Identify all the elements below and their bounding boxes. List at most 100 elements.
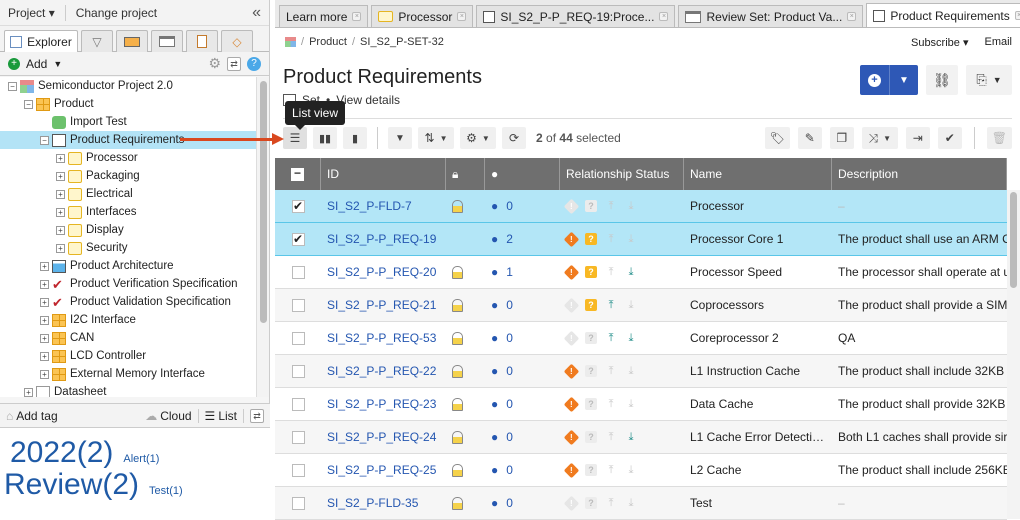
project-menu[interactable]: Project ▾ <box>8 6 55 20</box>
column-header-lock[interactable]: 🔒︎ <box>446 158 485 190</box>
suspect-link-icon[interactable]: ! <box>563 495 580 511</box>
close-icon[interactable]: × <box>847 12 857 21</box>
suspect-link-icon[interactable]: ! <box>563 429 580 445</box>
tree-item[interactable]: + Display <box>0 221 256 239</box>
tree-item[interactable]: + Datasheet <box>0 383 256 397</box>
tag-link[interactable]: 2022(2) <box>10 436 113 469</box>
upstream-icon[interactable]: ⤒ <box>605 431 617 443</box>
scroll-thumb[interactable] <box>1010 192 1017 288</box>
column-header-name[interactable]: Name <box>684 158 832 190</box>
add-item-button[interactable]: + <box>860 65 890 95</box>
suspect-link-icon[interactable]: ! <box>563 198 580 214</box>
comments-link[interactable]: ● 2 <box>491 232 513 246</box>
email-link[interactable]: Email <box>984 36 1012 49</box>
list-view-button[interactable]: ☰ <box>283 127 307 149</box>
tree-item[interactable]: + Electrical <box>0 185 256 203</box>
item-id-link[interactable]: SI_S2_P-P_REQ-20 <box>327 265 436 279</box>
row-checkbox[interactable] <box>291 397 305 411</box>
expand-icon[interactable]: + <box>24 387 33 397</box>
tree-item[interactable]: − Product <box>0 95 256 113</box>
tag-link[interactable]: Alert(1) <box>123 453 159 465</box>
filter-button[interactable]: ▼ <box>388 127 412 149</box>
close-icon[interactable]: × <box>659 12 669 21</box>
tag-button[interactable]: 🏷 <box>764 127 790 149</box>
document-view-button[interactable]: ▮ <box>343 127 367 149</box>
upstream-icon[interactable]: ⤒ <box>605 464 617 476</box>
comments-link[interactable]: ● 1 <box>491 265 513 279</box>
item-id-link[interactable]: SI_S2_P-P_REQ-23 <box>327 397 436 411</box>
upstream-icon[interactable]: ⤒ <box>605 398 617 410</box>
missing-relationship-icon[interactable]: ? <box>585 464 597 476</box>
expand-icon[interactable]: + <box>40 351 49 361</box>
breadcrumb-item[interactable]: SI_S2_P-SET-32 <box>360 36 444 48</box>
upstream-icon[interactable]: ⤒ <box>605 365 617 377</box>
lock-icon[interactable] <box>452 397 463 411</box>
comments-link[interactable]: ● 0 <box>491 430 513 444</box>
delete-button[interactable]: 🗑 <box>986 127 1012 149</box>
close-icon[interactable]: × <box>1014 11 1020 20</box>
review-button[interactable]: ✔ <box>937 127 962 149</box>
row-checkbox[interactable] <box>291 496 305 510</box>
row-checkbox[interactable] <box>291 463 305 477</box>
item-id-link[interactable]: SI_S2_P-P_REQ-22 <box>327 364 436 378</box>
close-icon[interactable]: × <box>457 12 467 21</box>
collapse-icon[interactable]: − <box>8 81 17 91</box>
close-icon[interactable]: × <box>352 12 362 21</box>
table-row[interactable]: SI_S2_P-P_REQ-25 ● 0!? ⤒ ⤓ L2 Cache The produc… <box>275 454 1007 487</box>
collapse-icon[interactable]: − <box>40 135 49 145</box>
row-checkbox[interactable] <box>291 430 305 444</box>
downstream-icon[interactable]: ⤓ <box>625 497 637 509</box>
gear-icon[interactable]: ⚙ <box>208 55 221 72</box>
tree-item[interactable]: + ✔ Product Verification Specification <box>0 275 256 293</box>
item-id-link[interactable]: SI_S2_P-P_REQ-21 <box>327 298 436 312</box>
tag-link[interactable]: Review(2) <box>4 468 139 501</box>
lock-icon[interactable] <box>452 364 463 378</box>
tree-item[interactable]: + Interfaces <box>0 203 256 221</box>
missing-relationship-icon[interactable]: ? <box>585 497 597 509</box>
table-row[interactable]: SI_S2_P-P_REQ-53 ● 0!? ⤒ ⤓ Coreprocessor 2 QA <box>275 322 1007 355</box>
suspect-link-icon[interactable]: ! <box>563 363 580 379</box>
create-button[interactable]: + ▼ <box>860 65 918 95</box>
comments-link[interactable]: ● 0 <box>491 298 513 312</box>
tab-explorer[interactable]: Explorer <box>4 30 78 52</box>
lock-icon[interactable] <box>452 298 463 312</box>
expand-icon[interactable]: + <box>40 333 49 343</box>
refresh-icon[interactable]: ⇄ <box>250 408 264 423</box>
expand-icon[interactable]: + <box>56 171 65 181</box>
downstream-icon[interactable]: ⤓ <box>625 365 637 377</box>
downstream-icon[interactable]: ⤓ <box>625 332 637 344</box>
tree-item[interactable]: + ✔ Product Validation Specification <box>0 293 256 311</box>
collapse-panel-icon[interactable]: « <box>252 4 261 22</box>
lock-icon[interactable] <box>452 265 463 279</box>
table-row[interactable]: ✔ SI_S2_P-FLD-7 ● 0!? ⤒ ⤓ Processor – <box>275 190 1007 223</box>
lock-icon[interactable] <box>452 430 463 444</box>
comments-link[interactable]: ● 0 <box>491 496 513 510</box>
change-project-link[interactable]: Change project <box>76 6 157 20</box>
row-checkbox[interactable] <box>291 298 305 312</box>
breadcrumb-item[interactable]: Product <box>309 36 347 48</box>
select-all-checkbox[interactable]: − <box>291 167 304 181</box>
item-id-link[interactable]: SI_S2_P-P_REQ-19 <box>327 232 436 246</box>
missing-relationship-icon[interactable]: ? <box>585 299 597 311</box>
downstream-icon[interactable]: ⤓ <box>625 431 637 443</box>
view-details-link[interactable]: View details <box>336 93 400 107</box>
downstream-icon[interactable]: ⤓ <box>625 233 637 245</box>
project-icon[interactable] <box>285 37 296 47</box>
comments-link[interactable]: ● 0 <box>491 463 513 477</box>
lock-icon[interactable] <box>452 463 463 477</box>
downstream-icon[interactable]: ⤓ <box>625 299 637 311</box>
tree-item[interactable]: − Semiconductor Project 2.0 <box>0 77 256 95</box>
document-tab[interactable]: Product Requirements × <box>866 3 1020 27</box>
duplicate-button[interactable]: ❐ <box>829 127 854 149</box>
tree-item[interactable]: + Packaging <box>0 167 256 185</box>
tree-item[interactable]: + External Memory Interface <box>0 365 256 383</box>
suspect-link-icon[interactable]: ! <box>563 231 580 247</box>
column-header-description[interactable]: Description <box>832 158 1007 190</box>
tab-releases[interactable] <box>116 30 148 52</box>
document-tab[interactable]: Learn more × <box>279 5 369 27</box>
lock-icon[interactable] <box>452 496 463 510</box>
subscribe-menu[interactable]: Subscribe ▾ <box>911 36 969 49</box>
row-checkbox[interactable] <box>291 331 305 345</box>
missing-relationship-icon[interactable]: ? <box>585 233 597 245</box>
missing-relationship-icon[interactable]: ? <box>585 431 597 443</box>
